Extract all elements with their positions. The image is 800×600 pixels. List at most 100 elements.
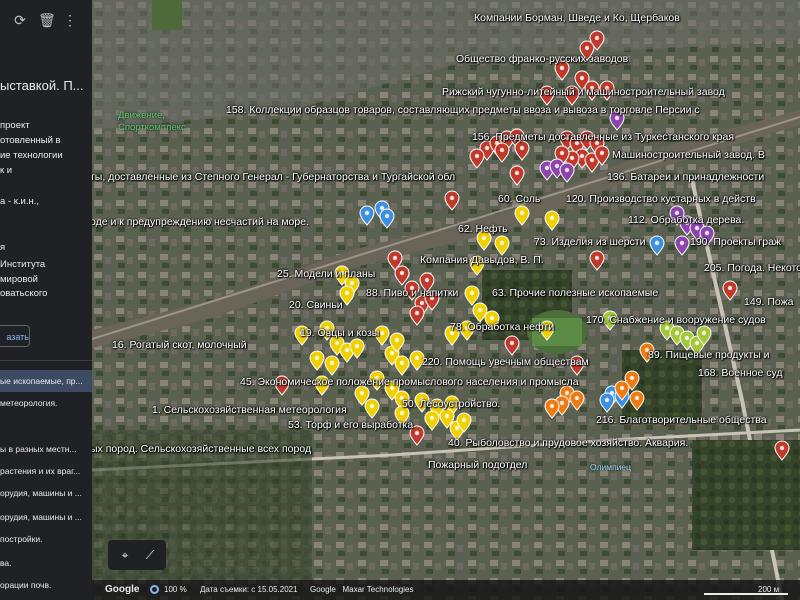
map-marker-dot	[559, 400, 565, 406]
show-button[interactable]: азать	[0, 325, 30, 347]
map-marker-dot	[314, 355, 320, 361]
map-label[interactable]: 168. Военное суд	[698, 367, 783, 379]
map-marker-dot	[579, 153, 585, 159]
map-label[interactable]: 19. Овцы и козы	[300, 327, 379, 339]
map-marker-dot	[727, 285, 733, 291]
map-marker-dot	[449, 195, 455, 201]
layer-item[interactable]: метеорология.	[0, 392, 92, 414]
map-marker-dot	[389, 350, 395, 356]
map-label[interactable]: Компания Давыдов, В. П.	[420, 254, 544, 266]
more-vert-icon[interactable]: ⋮	[62, 12, 78, 28]
map-marker-dot	[634, 395, 640, 401]
map-label[interactable]: Общество франко-русских заводов	[456, 53, 628, 65]
map-label[interactable]: 89. Пищевые продукты и	[648, 349, 770, 361]
description-line: ие технологии	[0, 150, 63, 161]
map-marker-dot	[461, 417, 467, 423]
poi-label[interactable]: Движение,	[118, 110, 165, 121]
map-label[interactable]: 220. Помощь увечным обществам	[422, 356, 589, 368]
map-label[interactable]: 216. Благотворительные общества	[596, 414, 767, 426]
map-marker-dot	[654, 240, 660, 246]
poi-label[interactable]: Спорткомплекс	[118, 122, 186, 133]
map-marker-dot	[694, 225, 700, 231]
map-label[interactable]: оде и к предупреждению несчастий на море…	[92, 216, 309, 228]
map-label[interactable]: 25. Модели и планы	[277, 268, 375, 280]
map-label[interactable]: 73. Изделия из шерсти	[534, 236, 645, 248]
satellite-map[interactable]: Движение, Спорткомплекс Олимпиец Компани…	[92, 0, 800, 600]
map-label[interactable]: 16. Рогатый скот, молочный	[112, 339, 247, 351]
map-label[interactable]: 62. Нефть	[458, 223, 508, 235]
description-line: я	[0, 242, 6, 253]
map-marker-dot	[704, 230, 710, 236]
map-label[interactable]: 53. Торф и его выработка	[288, 419, 413, 431]
map-marker-dot	[329, 360, 335, 366]
layer-item[interactable]: постройки.	[0, 528, 92, 550]
map-marker-dot	[334, 340, 340, 346]
trash-icon[interactable]: 🗑	[38, 12, 56, 28]
map-label[interactable]: Компании Борман, Шведе и Ко, Щербаков	[474, 12, 680, 24]
map-label[interactable]: 60. Соль	[498, 193, 540, 205]
map-label[interactable]: 50. Лесоустройство.	[402, 398, 500, 410]
layer-item[interactable]: ва.	[0, 552, 92, 574]
sync-icon[interactable]: ⟳	[12, 12, 28, 28]
map-label[interactable]: 190. Проекты граж	[690, 236, 781, 248]
map-marker-dot	[569, 155, 575, 161]
map-label[interactable]: 45. Экономическое положение промыслового…	[240, 376, 579, 388]
map-marker-dot	[579, 75, 585, 81]
description-line: Института	[0, 259, 46, 270]
map-label[interactable]: 1. Сельскохозяйственная метеорология	[152, 404, 347, 416]
map-label[interactable]: 40. Рыболовство и прудовое хозяйство. Ак…	[448, 437, 688, 449]
map-label[interactable]: 136. Батареи и принадлежности	[607, 171, 764, 183]
location-pin-icon[interactable]: ⌖	[117, 547, 133, 563]
map-marker-dot	[509, 340, 515, 346]
map-label[interactable]: 170. Снабжение и вооружение судов	[586, 314, 766, 326]
map-marker-dot	[424, 277, 430, 283]
layer-item[interactable]: ые ископаемые, пр...	[0, 370, 92, 392]
map-marker-dot	[664, 325, 670, 331]
map-label[interactable]: 78. Обработка нефти	[450, 321, 554, 333]
map-marker-dot	[594, 35, 600, 41]
map-label[interactable]: 88. Пиво и напитки	[366, 287, 458, 299]
map-label[interactable]: ых пород. Сельскохозяйственные всех поро…	[92, 443, 311, 455]
status-bar: Google 100 % Дата съемки: с 15.05.2021 G…	[92, 580, 800, 600]
description-line: оватьского	[0, 288, 48, 299]
map-label[interactable]: 63. Прочие полезные ископаемые	[492, 287, 658, 299]
map-marker-dot	[684, 335, 690, 341]
map-label[interactable]: 205. Погода. Некотор	[704, 262, 800, 274]
map-marker-dot	[679, 240, 685, 246]
attribution: Google Maxar Technologies	[310, 585, 414, 594]
map-marker-dot	[414, 355, 420, 361]
map-label[interactable]: Машиностроительный завод. В	[612, 149, 765, 161]
layer-item[interactable]: растения и их враг...	[0, 460, 92, 482]
map-marker-dot	[454, 425, 460, 431]
map-label[interactable]: 120. Производство кустарных в действ	[566, 193, 756, 205]
layer-item[interactable]: орудия, машины и ...	[0, 506, 92, 528]
map-marker-dot	[469, 290, 475, 296]
map-label[interactable]: 112. Обработка дерева.	[628, 214, 744, 226]
description-line: проект	[0, 120, 30, 131]
poi-label[interactable]: Олимпиец	[590, 462, 631, 472]
map-label[interactable]: ты, доставленные из Степного Генерал - Г…	[92, 171, 455, 183]
layer-item[interactable]: ы в разных местн...	[0, 438, 92, 460]
map-marker-dot	[574, 395, 580, 401]
map-label[interactable]: 149. Пожа	[744, 296, 794, 308]
map-marker-dot	[619, 385, 625, 391]
map-marker-dot	[344, 347, 350, 353]
map-label[interactable]: Рижский чугунно-литейный и машиностроите…	[442, 86, 725, 98]
zoom-ring-icon	[150, 585, 159, 594]
map-label[interactable]: 20. Свиньи	[289, 299, 343, 311]
google-logo: Google	[105, 584, 140, 595]
map-label[interactable]: Пожарный подотдел	[428, 459, 527, 471]
map-marker-dot	[599, 150, 605, 156]
description-line: а - к.и.н.,	[0, 196, 39, 207]
map-marker-dot	[399, 360, 405, 366]
map-marker-dot	[369, 403, 375, 409]
layer-item[interactable]: орации почв.	[0, 574, 92, 596]
map-label[interactable]: 156. Предметы доставленные из Туркестанс…	[472, 131, 734, 143]
map-marker-dot	[564, 167, 570, 173]
measure-path-icon[interactable]: ⟋	[142, 547, 158, 563]
map-marker-dot	[399, 410, 405, 416]
map-label[interactable]: 158. Коллекции образцов товаров, составл…	[226, 104, 700, 116]
map-marker-dot	[519, 210, 525, 216]
layer-item[interactable]: орудия, машины и ...	[0, 482, 92, 504]
map-marker-dot	[549, 215, 555, 221]
